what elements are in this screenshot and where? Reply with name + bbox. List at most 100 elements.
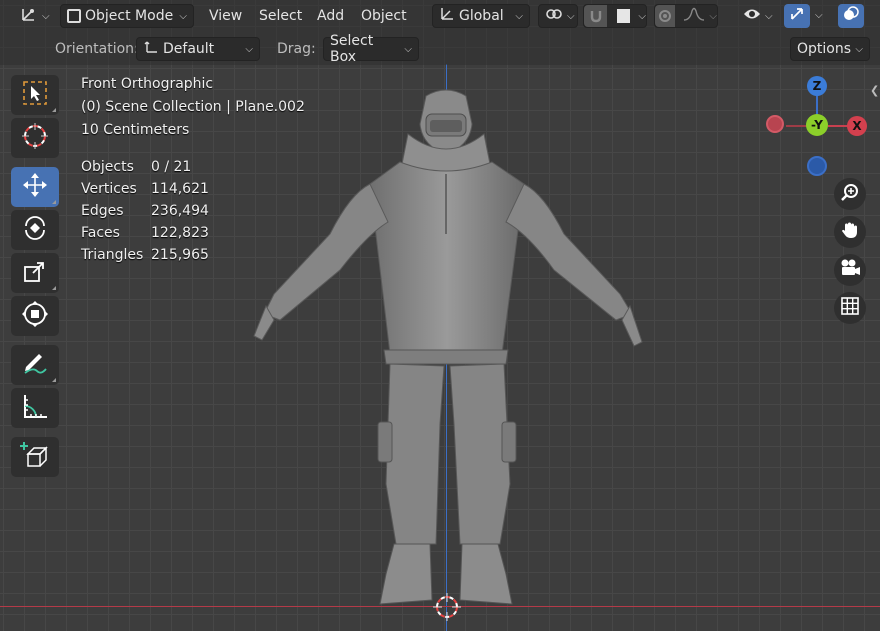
gizmo-toggle[interactable] bbox=[784, 4, 810, 28]
stat-label: Triangles bbox=[81, 247, 144, 263]
stat-value: 122,823 bbox=[151, 225, 209, 241]
tool-annotate[interactable] bbox=[11, 345, 59, 385]
character-model[interactable] bbox=[240, 84, 660, 610]
menu-object[interactable]: Object bbox=[361, 5, 407, 27]
tool-scale[interactable] bbox=[11, 253, 59, 293]
chevron-down-icon: ⌵ bbox=[709, 10, 717, 22]
stat-row: Objects 0 / 21 bbox=[81, 156, 209, 178]
orientation-axes-icon bbox=[439, 6, 455, 26]
perspective-toggle-button[interactable] bbox=[834, 292, 866, 324]
drag-value: Select Box bbox=[330, 33, 374, 65]
chevron-down-icon: ⌵ bbox=[404, 43, 412, 55]
tool-rotate[interactable] bbox=[11, 210, 59, 250]
pivot-link-icon bbox=[545, 6, 563, 26]
menu-add[interactable]: Add bbox=[317, 5, 344, 27]
collection-info: (0) Scene Collection | Plane.002 bbox=[81, 99, 305, 115]
stat-label: Vertices bbox=[81, 181, 137, 197]
orientation-dropdown[interactable]: Default ⌵ bbox=[136, 37, 260, 61]
chevron-down-icon: ⌵ bbox=[42, 10, 50, 22]
gizmo-neg-x-stem bbox=[786, 125, 808, 127]
tool-select-box[interactable] bbox=[11, 75, 59, 115]
proportional-editing-icon[interactable] bbox=[655, 5, 676, 27]
chevron-down-icon: ⌵ bbox=[855, 43, 863, 55]
rotate-icon bbox=[21, 214, 49, 246]
view-info: Front Orthographic (0) Scene Collection … bbox=[81, 73, 305, 142]
stat-label: Edges bbox=[81, 203, 124, 219]
orientation-axes-icon bbox=[143, 39, 159, 59]
move-icon bbox=[21, 171, 49, 203]
tool-transform[interactable] bbox=[11, 296, 59, 336]
editor-type-button[interactable]: ⌵ bbox=[14, 4, 50, 28]
tool-variant-indicator bbox=[52, 286, 56, 290]
menu-view[interactable]: View bbox=[209, 5, 242, 27]
menu-select[interactable]: Select bbox=[259, 5, 302, 27]
gizmo-neg-z-axis[interactable] bbox=[807, 156, 827, 176]
scale-icon bbox=[22, 258, 48, 288]
gizmo-z-axis[interactable]: Z bbox=[807, 76, 827, 96]
chevron-down-icon: ⌵ bbox=[245, 43, 253, 55]
3d-cursor-icon[interactable] bbox=[433, 593, 461, 621]
proportional-editing-group: ⌵ bbox=[654, 4, 718, 28]
grid-icon bbox=[840, 296, 860, 320]
overlays-icon bbox=[843, 6, 859, 26]
gizmo-x-axis[interactable]: X bbox=[847, 116, 867, 136]
tool-measure[interactable] bbox=[11, 388, 59, 428]
stat-value: 114,621 bbox=[151, 181, 209, 197]
stat-value: 215,965 bbox=[151, 247, 209, 263]
chevron-down-icon: ⌵ bbox=[515, 10, 523, 22]
chevron-down-icon: ⌵ bbox=[567, 10, 575, 22]
select-box-icon bbox=[22, 80, 48, 110]
camera-view-button[interactable] bbox=[834, 254, 866, 286]
magnet-icon[interactable] bbox=[584, 5, 607, 27]
pan-button[interactable] bbox=[834, 216, 866, 248]
navigation-gizmo[interactable]: Z -Y X bbox=[764, 74, 870, 178]
overlays-toggle[interactable] bbox=[838, 4, 864, 28]
view-name: Front Orthographic bbox=[81, 76, 214, 92]
tool-add-cube[interactable] bbox=[11, 437, 59, 477]
cursor-icon bbox=[21, 122, 49, 154]
falloff-curve-icon[interactable] bbox=[683, 7, 705, 25]
gizmo-y-axis[interactable]: -Y bbox=[806, 114, 828, 136]
transform-icon bbox=[21, 300, 49, 332]
options-label: Options bbox=[797, 41, 852, 57]
stat-label: Objects bbox=[81, 159, 134, 175]
stat-row: Vertices 114,621 bbox=[81, 178, 209, 200]
drag-dropdown[interactable]: Select Box ⌵ bbox=[323, 33, 419, 65]
tool-cursor[interactable] bbox=[11, 118, 59, 158]
mode-label: Object Mode bbox=[85, 8, 174, 24]
orientation-label: Orientation: bbox=[55, 41, 139, 57]
options-dropdown[interactable]: Options ⌵ bbox=[790, 37, 870, 61]
scene-statistics: Objects 0 / 21 Vertices 114,621 Edges 236,4… bbox=[81, 156, 209, 266]
gizmo-neg-x-axis[interactable] bbox=[766, 115, 784, 133]
camera-icon bbox=[839, 258, 861, 282]
annotate-pencil-icon bbox=[21, 349, 49, 381]
add-cube-icon bbox=[20, 440, 50, 474]
tool-move[interactable] bbox=[11, 167, 59, 207]
visibility-dropdown[interactable]: ⌵ bbox=[737, 4, 779, 28]
object-mode-icon bbox=[67, 9, 81, 23]
orientation-label: Global bbox=[459, 8, 504, 24]
stat-value: 236,494 bbox=[151, 203, 209, 219]
stat-row: Faces 122,823 bbox=[81, 222, 209, 244]
tool-variant-indicator bbox=[52, 378, 56, 382]
pivot-point-dropdown[interactable]: ⌵ bbox=[538, 4, 578, 28]
gizmo-arrows-icon bbox=[789, 6, 805, 26]
zoom-button[interactable] bbox=[834, 178, 866, 210]
drag-label: Drag: bbox=[277, 41, 316, 57]
tool-variant-indicator bbox=[52, 200, 56, 204]
zoom-magnifier-icon bbox=[840, 182, 860, 206]
chevron-left-icon[interactable]: ❮ bbox=[870, 84, 879, 97]
eye-icon bbox=[743, 7, 761, 25]
transform-orientation-dropdown[interactable]: Global ⌵ bbox=[432, 4, 530, 28]
snap-element-icon[interactable] bbox=[617, 9, 631, 23]
stat-row: Edges 236,494 bbox=[81, 200, 209, 222]
stat-row: Triangles 215,965 bbox=[81, 244, 209, 266]
stat-label: Faces bbox=[81, 225, 120, 241]
grid-scale: 10 Centimeters bbox=[81, 122, 190, 138]
chevron-down-icon[interactable]: ⌵ bbox=[815, 10, 823, 21]
stat-value: 0 / 21 bbox=[151, 159, 192, 175]
mode-dropdown[interactable]: Object Mode ⌵ bbox=[60, 4, 194, 28]
chevron-down-icon: ⌵ bbox=[179, 10, 187, 22]
hand-icon bbox=[840, 220, 860, 244]
chevron-down-icon: ⌵ bbox=[638, 10, 646, 22]
